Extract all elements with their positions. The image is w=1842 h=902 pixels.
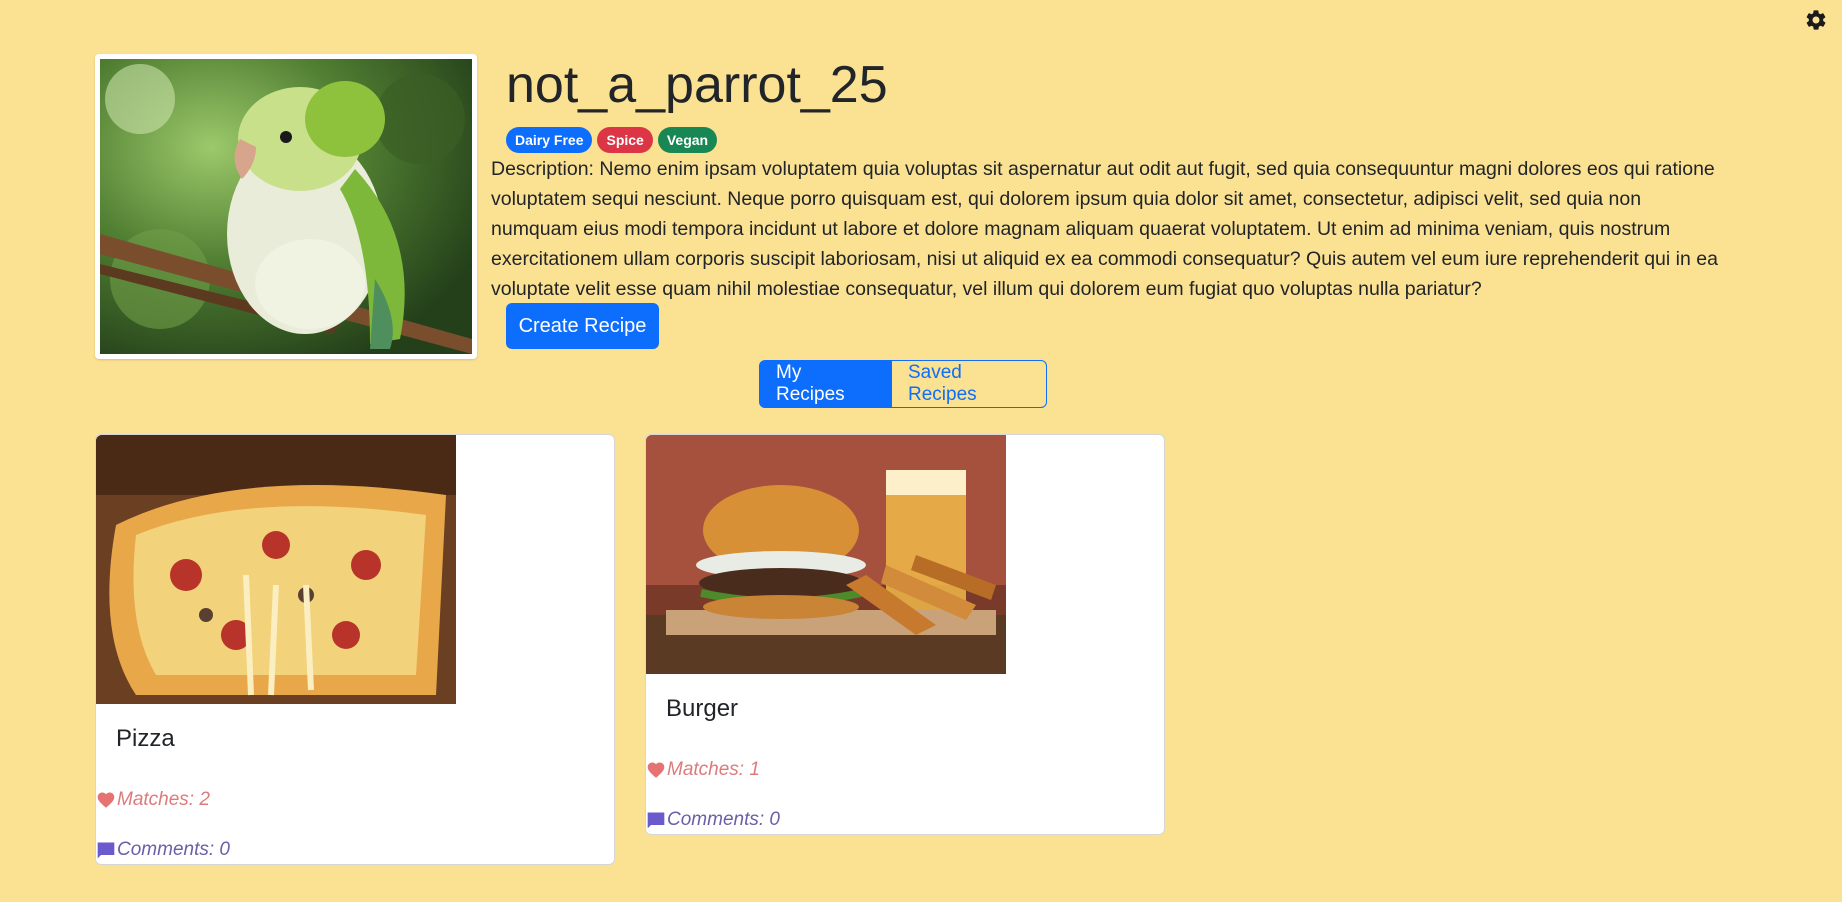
heart-icon[interactable] [96, 790, 116, 810]
matches-stat: Matches: 1 [646, 759, 760, 781]
comments-stat: Comments: 0 [646, 809, 780, 831]
heart-icon[interactable] [646, 760, 666, 780]
comments-count: Comments: 0 [667, 809, 780, 830]
tab-saved-recipes[interactable]: Saved Recipes [892, 360, 1047, 408]
recipe-title[interactable]: Pizza [116, 725, 175, 753]
profile-description: Description: Nemo enim ipsam voluptatem … [491, 158, 1718, 300]
comment-icon[interactable] [646, 810, 666, 830]
burger-photo [646, 435, 1006, 674]
matches-count: Matches: 1 [667, 759, 760, 780]
recipe-card-pizza[interactable]: Pizza Matches: 2 Comments: 0 [95, 434, 615, 865]
create-recipe-button[interactable]: Create Recipe [506, 303, 659, 349]
profile-photo [95, 54, 477, 359]
comment-icon[interactable] [96, 840, 116, 860]
recipe-tabs: My Recipes Saved Recipes [759, 360, 1047, 408]
parrot-illustration [100, 59, 472, 354]
tab-my-recipes[interactable]: My Recipes [759, 360, 892, 408]
matches-count: Matches: 2 [117, 789, 210, 810]
comments-count: Comments: 0 [117, 839, 230, 860]
recipe-card-burger[interactable]: Burger Matches: 1 Comments: 0 [645, 434, 1165, 835]
recipe-title[interactable]: Burger [666, 695, 738, 723]
matches-stat: Matches: 2 [96, 789, 210, 811]
gear-icon[interactable] [1804, 8, 1828, 32]
comments-stat: Comments: 0 [96, 839, 230, 861]
badge-vegan: Vegan [657, 127, 718, 153]
badge-dairy-free: Dairy Free [506, 127, 593, 153]
badge-spice: Spice [597, 127, 653, 153]
dietary-badges: Dairy Free Spice Vegan [506, 127, 718, 153]
username: not_a_parrot_25 [506, 56, 888, 114]
pizza-photo [96, 435, 456, 704]
